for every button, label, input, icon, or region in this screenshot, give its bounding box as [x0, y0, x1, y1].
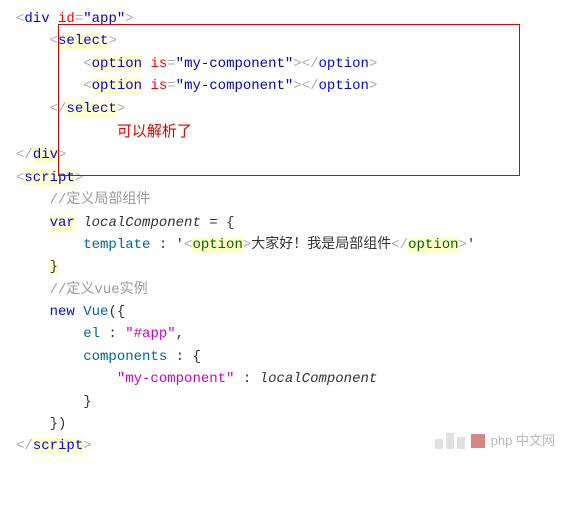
code-line: components : {: [16, 346, 563, 368]
code-line: el : "#app",: [16, 323, 563, 345]
watermark-text: php 中文网: [491, 431, 555, 452]
code-line: new Vue({: [16, 301, 563, 323]
code-line: template : '<option>大家好！我是局部组件</option>': [16, 234, 563, 256]
code-line: //定义vue实例: [16, 279, 563, 301]
annotation: 可以解析了: [16, 120, 563, 144]
code-line: var localComponent = {: [16, 212, 563, 234]
code-line: </select>: [16, 98, 563, 120]
code-line: }: [16, 256, 563, 278]
code-line: <option is="my-component"></option>: [16, 75, 563, 97]
code-line: <script>: [16, 167, 563, 189]
code-line: <option is="my-component"></option>: [16, 53, 563, 75]
code-line: "my-component" : localComponent: [16, 368, 563, 390]
code-line: </div>: [16, 144, 563, 166]
code-line: }: [16, 391, 563, 413]
watermark: php 中文网: [435, 431, 555, 452]
code-block: <div id="app"> <select> <option is="my-c…: [16, 8, 563, 458]
code-line: //定义局部组件: [16, 189, 563, 211]
code-line: <div id="app">: [16, 8, 563, 30]
code-line: <select>: [16, 30, 563, 52]
